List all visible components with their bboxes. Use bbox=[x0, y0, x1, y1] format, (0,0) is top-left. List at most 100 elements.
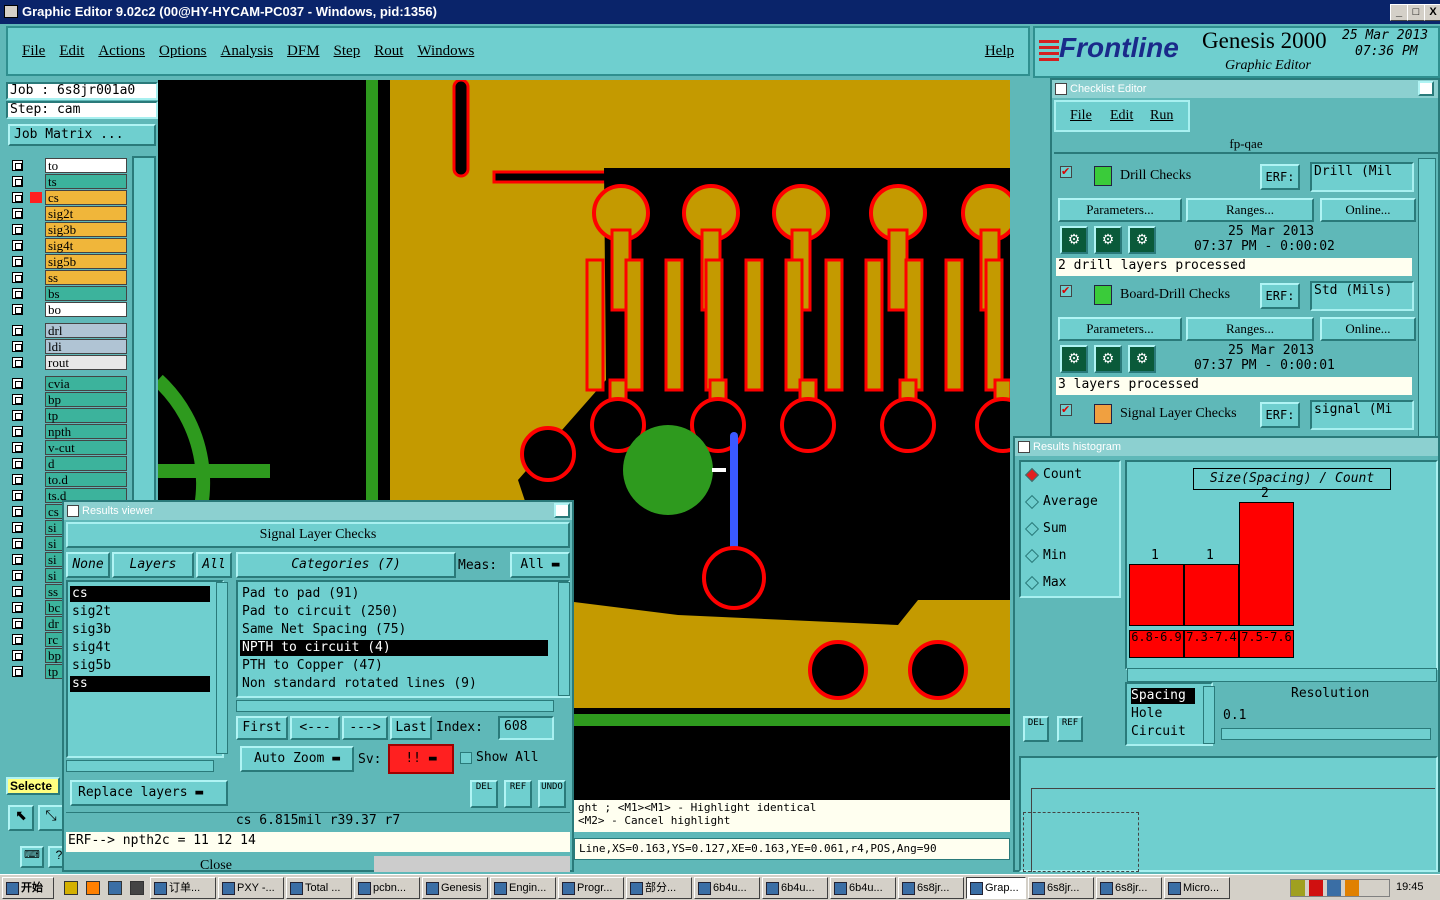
layer-checkbox[interactable] bbox=[12, 474, 23, 485]
menu-dfm[interactable]: DFM bbox=[287, 43, 320, 60]
taskbar-item[interactable]: 6b4u... bbox=[762, 877, 828, 899]
taskbar-item[interactable]: PXY -... bbox=[218, 877, 284, 899]
taskbar-item[interactable]: 6b4u... bbox=[694, 877, 760, 899]
checklist-menu-run[interactable]: Run bbox=[1150, 108, 1173, 124]
results-close-label[interactable]: Close bbox=[66, 858, 366, 874]
layer-checkbox[interactable] bbox=[12, 160, 23, 171]
layer-row[interactable]: sig2t bbox=[10, 206, 128, 221]
layer-checkbox[interactable] bbox=[12, 304, 23, 315]
histogram-del-button[interactable]: DEL bbox=[1023, 716, 1049, 742]
check-online-button[interactable]: Online... bbox=[1320, 198, 1416, 222]
checklist-close-button[interactable]: ✕ bbox=[1418, 81, 1434, 96]
menu-file[interactable]: File bbox=[22, 43, 45, 60]
layer-row[interactable]: drl bbox=[10, 323, 128, 338]
layer-checkbox[interactable] bbox=[12, 570, 23, 581]
layer-results-scrollbar[interactable] bbox=[216, 582, 228, 754]
checklist-menu-edit[interactable]: Edit bbox=[1110, 108, 1133, 124]
checklist-scrollbar[interactable] bbox=[1418, 158, 1436, 438]
run-stop-icon[interactable]: ⚙ bbox=[1128, 226, 1156, 254]
check-ranges-button[interactable]: Ranges... bbox=[1186, 317, 1314, 341]
taskbar-item[interactable]: 6s8jr... bbox=[1028, 877, 1094, 899]
auto-zoom-select[interactable]: Auto Zoom ▬ bbox=[240, 746, 354, 772]
histogram-ref-button[interactable]: REF bbox=[1057, 716, 1083, 742]
result-category-item[interactable]: Non standard rotated lines (9) bbox=[240, 676, 548, 692]
layer-checkbox[interactable] bbox=[12, 224, 23, 235]
category-scrollbar[interactable] bbox=[558, 582, 570, 696]
taskbar-item[interactable]: pcbn... bbox=[354, 877, 420, 899]
quick-launch-3-icon[interactable] bbox=[108, 881, 122, 895]
result-category-item[interactable]: Pad to pad (91) bbox=[240, 586, 548, 602]
layer-row[interactable]: v-cut bbox=[10, 440, 128, 455]
tool-select-icon[interactable]: ⬉ bbox=[8, 805, 34, 831]
layer-checkbox[interactable] bbox=[12, 522, 23, 533]
menu-analysis[interactable]: Analysis bbox=[221, 43, 274, 60]
layer-checkbox[interactable] bbox=[12, 618, 23, 629]
layer-row[interactable]: d bbox=[10, 456, 128, 471]
layer-row[interactable]: npth bbox=[10, 424, 128, 439]
layer-checkbox[interactable] bbox=[12, 538, 23, 549]
result-layer-item[interactable]: sig2t bbox=[70, 604, 210, 620]
layer-checkbox[interactable] bbox=[12, 208, 23, 219]
results-close-button[interactable]: ✕ bbox=[554, 503, 570, 518]
menu-step[interactable]: Step bbox=[334, 43, 361, 60]
run-check-icon[interactable]: ⚙ bbox=[1060, 345, 1088, 373]
check-parameters-button[interactable]: Parameters... bbox=[1058, 317, 1182, 341]
histogram-bar[interactable] bbox=[1184, 564, 1239, 626]
layer-row[interactable]: rout bbox=[10, 355, 128, 370]
layer-checkbox[interactable] bbox=[12, 378, 23, 389]
quick-launch-1-icon[interactable] bbox=[64, 881, 78, 895]
filter-none-button[interactable]: None bbox=[66, 552, 110, 578]
histogram-attr-spacing[interactable]: Spacing bbox=[1131, 688, 1195, 704]
layer-checkbox[interactable] bbox=[12, 458, 23, 469]
check-parameters-button[interactable]: Parameters... bbox=[1058, 198, 1182, 222]
taskbar-item[interactable]: 部分... bbox=[626, 877, 692, 899]
close-window-button[interactable]: X bbox=[1424, 4, 1440, 21]
layer-row[interactable]: ss bbox=[10, 270, 128, 285]
index-input[interactable]: 608 bbox=[498, 716, 554, 740]
categories-button[interactable]: Categories (7) bbox=[236, 552, 456, 578]
check-erf-button[interactable]: ERF: bbox=[1260, 164, 1300, 190]
result-category-item[interactable]: NPTH to circuit (4) bbox=[240, 640, 548, 656]
result-category-item[interactable]: PTH to Copper (47) bbox=[240, 658, 548, 674]
layer-checkbox[interactable] bbox=[12, 554, 23, 565]
taskbar-item[interactable]: Genesis bbox=[422, 877, 488, 899]
last-button[interactable]: Last bbox=[390, 716, 432, 740]
layer-checkbox[interactable] bbox=[12, 240, 23, 251]
menu-help[interactable]: Help bbox=[985, 43, 1014, 60]
layer-row[interactable]: sig5b bbox=[10, 254, 128, 269]
layer-row[interactable]: sig3b bbox=[10, 222, 128, 237]
layer-row[interactable]: tp bbox=[10, 408, 128, 423]
quick-launch-2-icon[interactable] bbox=[86, 881, 100, 895]
result-layer-item[interactable]: ss bbox=[70, 676, 210, 692]
run-batch-icon[interactable]: ⚙ bbox=[1094, 226, 1122, 254]
meas-select[interactable]: All ▬ bbox=[510, 552, 570, 578]
layer-row[interactable]: ts bbox=[10, 174, 128, 189]
filter-all-button[interactable]: All bbox=[196, 552, 232, 578]
layer-row[interactable]: to.d bbox=[10, 472, 128, 487]
check-online-button[interactable]: Online... bbox=[1320, 317, 1416, 341]
layer-checkbox[interactable] bbox=[12, 325, 23, 336]
result-category-item[interactable]: Same Net Spacing (75) bbox=[240, 622, 548, 638]
check-erf-button[interactable]: ERF: bbox=[1260, 283, 1300, 309]
first-button[interactable]: First bbox=[236, 716, 288, 740]
run-check-icon[interactable]: ⚙ bbox=[1060, 226, 1088, 254]
result-layer-item[interactable]: sig3b bbox=[70, 622, 210, 638]
layer-checkbox[interactable] bbox=[12, 192, 23, 203]
results-del-button[interactable]: DEL bbox=[470, 780, 498, 808]
layer-checkbox[interactable] bbox=[12, 586, 23, 597]
taskbar-item[interactable]: Total ... bbox=[286, 877, 352, 899]
layer-results-hscroll[interactable] bbox=[66, 760, 214, 772]
layer-checkbox[interactable] bbox=[12, 357, 23, 368]
layer-checkbox[interactable] bbox=[12, 410, 23, 421]
layer-checkbox[interactable] bbox=[12, 272, 23, 283]
layer-checkbox[interactable] bbox=[12, 650, 23, 661]
layer-checkbox[interactable] bbox=[12, 666, 23, 677]
layer-row[interactable]: bs bbox=[10, 286, 128, 301]
menu-actions[interactable]: Actions bbox=[98, 43, 145, 60]
replace-layers-button[interactable]: Replace layers ▬ bbox=[70, 780, 228, 806]
layer-checkbox[interactable] bbox=[12, 256, 23, 267]
keyboard-icon[interactable]: ⌨ bbox=[20, 846, 44, 868]
results-undo-button[interactable]: UNDO bbox=[538, 780, 566, 808]
prev-button[interactable]: <--- bbox=[290, 716, 340, 740]
layer-checkbox[interactable] bbox=[12, 288, 23, 299]
